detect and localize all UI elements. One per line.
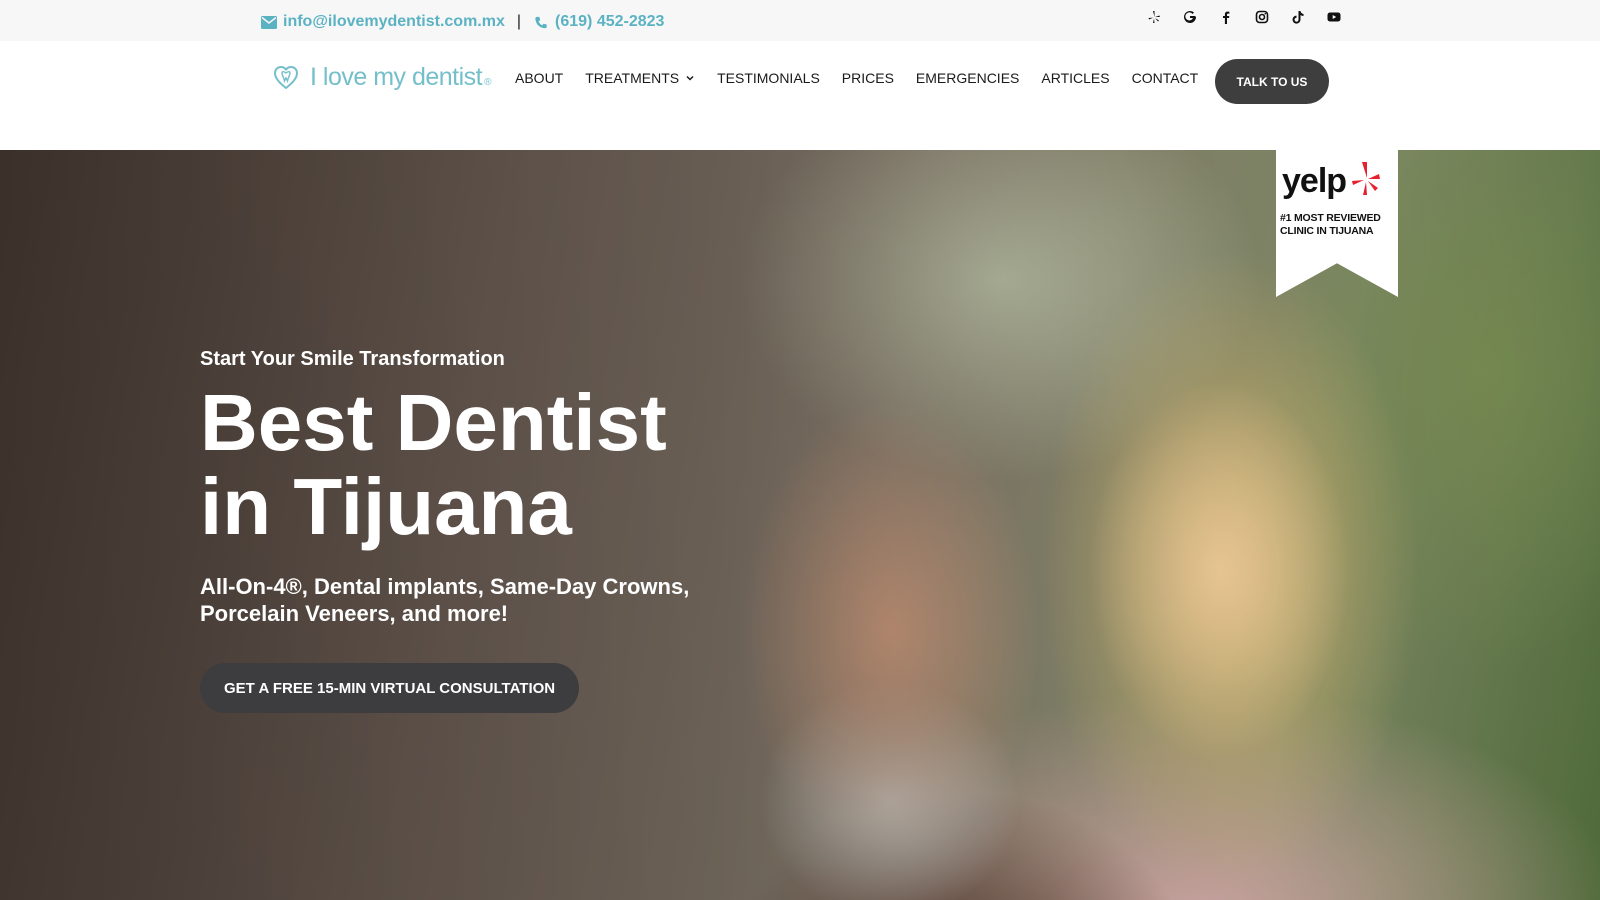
yelp-logo: yelp: [1282, 162, 1382, 200]
hero-subtitle: All-On-4®, Dental implants, Same-Day Cro…: [200, 574, 690, 626]
yelp-badge-line1: #1 MOST REVIEWED: [1280, 212, 1381, 224]
social-links: [1136, 8, 1352, 26]
main-nav: ABOUT TREATMENTS TESTIMONIALS PRICES EME…: [515, 70, 1220, 86]
site-logo[interactable]: I love my dentist ®: [272, 63, 492, 92]
tiktok-icon[interactable]: [1280, 8, 1316, 26]
nav-prices[interactable]: PRICES: [842, 70, 894, 86]
envelope-icon: [261, 15, 277, 29]
contact-info: info@ilovemydentist.com.mx | (619) 452-2…: [261, 13, 664, 31]
nav-about[interactable]: ABOUT: [515, 70, 563, 86]
email-text: info@ilovemydentist.com.mx: [283, 13, 505, 30]
free-consultation-button[interactable]: GET A FREE 15-MIN VIRTUAL CONSULTATION: [200, 663, 580, 713]
nav-treatments[interactable]: TREATMENTS: [585, 70, 695, 86]
instagram-icon[interactable]: [1244, 8, 1280, 26]
talk-to-us-button[interactable]: TALK TO US: [1215, 59, 1329, 104]
yelp-burst-icon: [1352, 162, 1381, 195]
facebook-icon[interactable]: [1208, 8, 1244, 26]
email-link[interactable]: info@ilovemydentist.com.mx: [261, 13, 505, 31]
site-header: I love my dentist ® ABOUT TREATMENTS TES…: [0, 41, 1600, 150]
nav-articles-label: ARTICLES: [1041, 70, 1110, 86]
google-icon[interactable]: [1172, 8, 1208, 26]
hero-title-line1: Best Dentist: [200, 378, 667, 467]
top-bar: info@ilovemydentist.com.mx | (619) 452-2…: [0, 0, 1600, 41]
yelp-badge-line2: CLINIC IN TIJUANA: [1280, 225, 1374, 237]
tooth-heart-icon: [273, 65, 299, 89]
nav-prices-label: PRICES: [841, 70, 894, 86]
hero-content: Start Your Smile Transformation Best Den…: [200, 348, 780, 713]
yelp-badge-text: #1 MOST REVIEWED CLINIC IN TIJUANA: [1280, 212, 1396, 238]
logo-registered-mark: ®: [484, 77, 492, 88]
nav-about-label: ABOUT: [515, 70, 564, 86]
phone-link[interactable]: (619) 452-2823: [533, 13, 664, 31]
nav-testimonials-label: TESTIMONIALS: [717, 70, 820, 86]
yelp-wordmark: yelp: [1282, 162, 1347, 200]
youtube-icon[interactable]: [1316, 8, 1352, 26]
yelp-icon[interactable]: [1136, 8, 1172, 26]
nav-testimonials[interactable]: TESTIMONIALS: [717, 70, 820, 86]
hero-eyebrow: Start Your Smile Transformation: [200, 348, 505, 370]
hero-title: Best Dentist in Tijuana: [200, 381, 780, 549]
nav-articles[interactable]: ARTICLES: [1041, 70, 1109, 86]
chevron-down-icon: [686, 75, 694, 81]
nav-emergencies[interactable]: EMERGENCIES: [916, 70, 1019, 86]
nav-contact[interactable]: CONTACT: [1132, 70, 1199, 86]
nav-treatments-label: TREATMENTS: [585, 70, 680, 86]
logo-text: I love my dentist: [310, 63, 483, 91]
contact-separator: |: [516, 13, 522, 30]
phone-text: (619) 452-2823: [555, 13, 665, 30]
nav-emergencies-label: EMERGENCIES: [915, 70, 1020, 86]
hero-title-line2: in Tijuana: [200, 462, 572, 551]
phone-icon: [535, 16, 547, 28]
nav-contact-label: CONTACT: [1131, 70, 1199, 86]
